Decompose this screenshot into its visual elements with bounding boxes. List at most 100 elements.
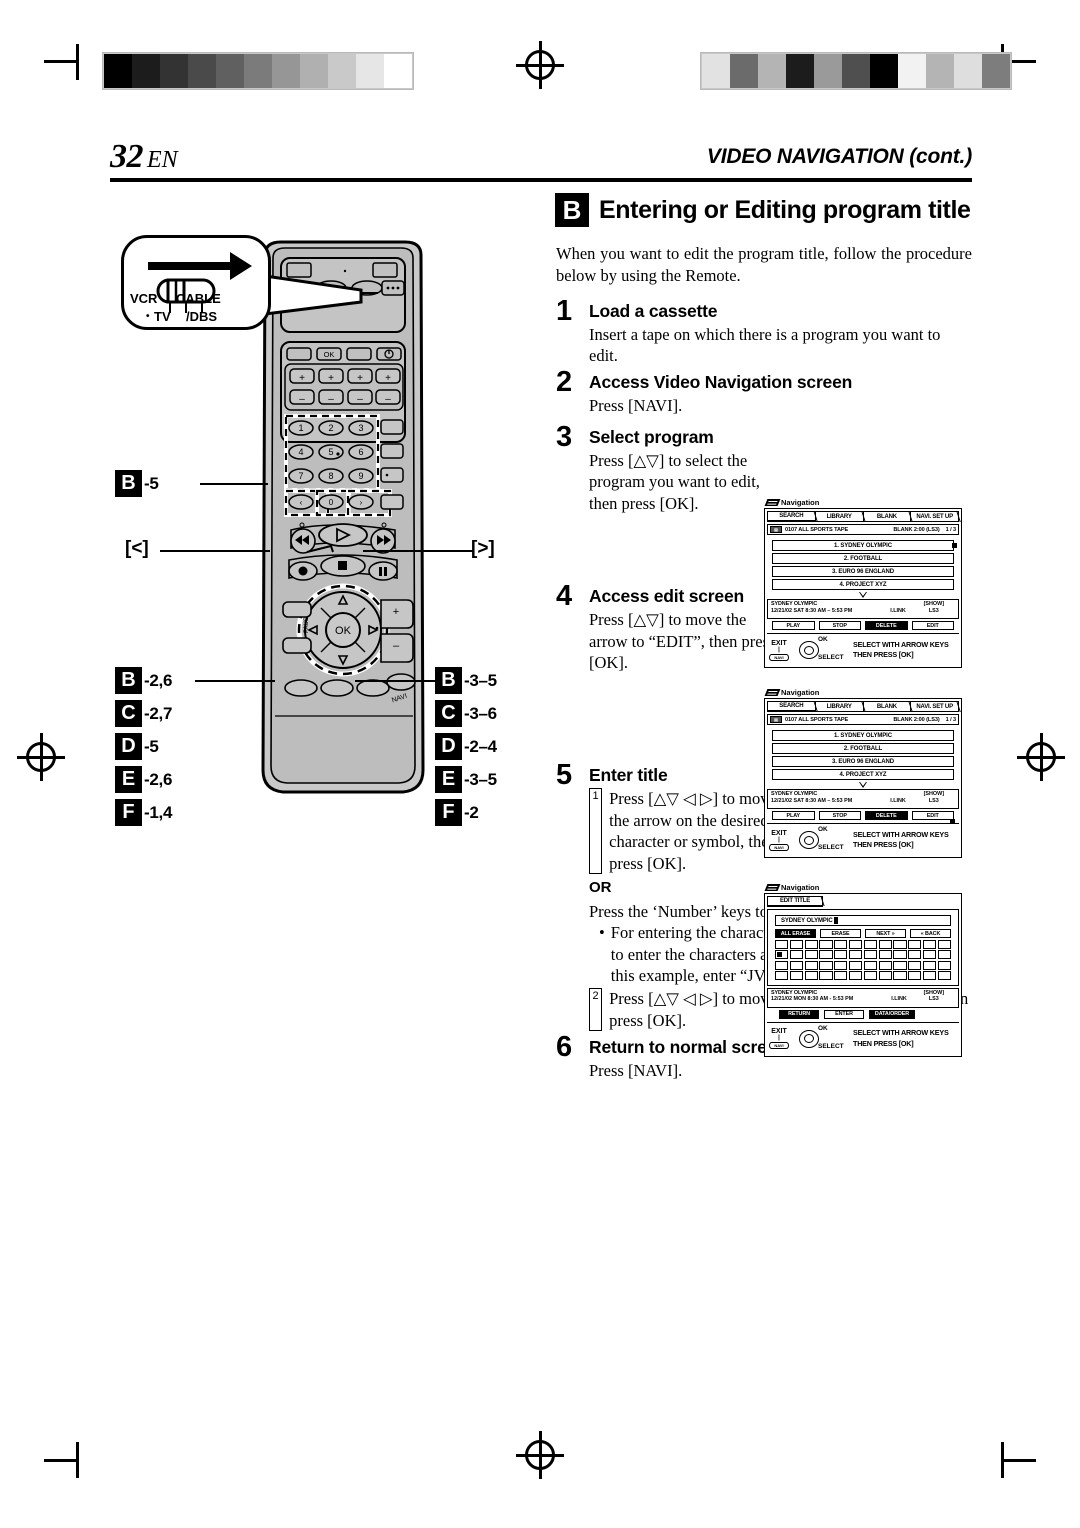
osd-navi-button-1[interactable]: NAVI bbox=[769, 653, 789, 661]
osd-delete-button[interactable]: DELETE bbox=[865, 621, 908, 630]
char-cell[interactable] bbox=[908, 960, 922, 970]
osd-erase-button[interactable]: ERASE bbox=[820, 929, 861, 938]
svg-text:OK: OK bbox=[335, 625, 352, 637]
osd-select-label-2: SELECT bbox=[818, 844, 844, 851]
osd-enter-button[interactable]: ENTER bbox=[824, 1009, 864, 1019]
char-cell[interactable] bbox=[804, 971, 818, 980]
char-cell[interactable] bbox=[819, 971, 833, 980]
osd-program-row[interactable]: 1. SYDNEY OLYMPIC bbox=[772, 730, 954, 741]
osd-navi-button-3[interactable]: NAVI bbox=[769, 1042, 789, 1049]
char-cell[interactable] bbox=[937, 950, 952, 959]
osd-program-row[interactable]: 4. PROJECT XYZ bbox=[772, 769, 954, 780]
char-cell[interactable] bbox=[863, 960, 878, 970]
osd-next-button[interactable]: NEXT » bbox=[865, 929, 906, 938]
label-left-b-text: -2,6 bbox=[144, 670, 173, 690]
char-cell[interactable] bbox=[893, 950, 907, 959]
osd-program-row[interactable]: 1. SYDNEY OLYMPIC bbox=[772, 540, 954, 551]
osd-edit-button[interactable]: EDIT bbox=[911, 621, 954, 630]
osd-tab-blank[interactable]: BLANK bbox=[862, 701, 914, 712]
char-cell[interactable] bbox=[878, 950, 892, 959]
osd-program-row[interactable]: 2. FOOTBALL bbox=[772, 553, 954, 564]
osd-data-order-button[interactable]: DATA/ORDER bbox=[869, 1009, 915, 1019]
osd-program-row[interactable]: 2. FOOTBALL bbox=[772, 743, 954, 754]
osd-tab-library[interactable]: LIBRARY bbox=[814, 701, 866, 712]
osd-all-erase-button[interactable]: ALL ERASE bbox=[775, 929, 816, 938]
calibration-swatch bbox=[272, 54, 300, 88]
osd-tab-navi-setup[interactable]: NAVI. SET UP bbox=[910, 511, 961, 522]
char-cell[interactable] bbox=[848, 939, 863, 949]
char-cell[interactable] bbox=[789, 950, 804, 959]
osd-delete-button[interactable]: DELETE bbox=[865, 811, 908, 820]
char-cell[interactable] bbox=[834, 971, 848, 980]
osd-blank-info-2: BLANK 2:00 (LS3) bbox=[893, 716, 940, 723]
section-breadcrumb: VIDEO NAVIGATION (cont.) bbox=[706, 145, 972, 168]
char-cell[interactable] bbox=[908, 971, 922, 980]
osd-program-row[interactable]: 3. EURO 96 ENGLAND bbox=[772, 566, 954, 577]
char-cell[interactable] bbox=[922, 939, 937, 949]
char-cell[interactable] bbox=[863, 939, 878, 949]
calibration-swatch bbox=[216, 54, 244, 88]
char-cell[interactable] bbox=[819, 939, 833, 949]
osd-stop-button[interactable]: STOP bbox=[818, 621, 861, 630]
char-cell[interactable] bbox=[937, 960, 952, 970]
osd-tab-navi-setup[interactable]: NAVI. SET UP bbox=[910, 701, 961, 712]
osd-button-row-3: RETURN ENTER DATA/ORDER bbox=[767, 1008, 959, 1021]
osd-edit-button[interactable]: EDIT bbox=[911, 811, 954, 820]
char-cell[interactable] bbox=[775, 960, 789, 970]
char-cell[interactable] bbox=[804, 950, 818, 959]
char-cell[interactable] bbox=[922, 971, 937, 980]
char-cell[interactable] bbox=[789, 960, 804, 970]
scroll-down-caret-icon bbox=[858, 592, 868, 598]
char-cell[interactable] bbox=[893, 971, 907, 980]
osd-return-button[interactable]: RETURN bbox=[779, 1009, 819, 1019]
page-number: 32 bbox=[110, 138, 144, 175]
osd-tab-blank[interactable]: BLANK bbox=[862, 511, 914, 522]
char-cell[interactable] bbox=[908, 950, 922, 959]
osd-play-button[interactable]: PLAY bbox=[772, 621, 815, 630]
osd-tab-search[interactable]: SEARCH bbox=[767, 701, 818, 712]
char-cell[interactable] bbox=[848, 960, 863, 970]
char-cell[interactable] bbox=[922, 960, 937, 970]
char-cell[interactable] bbox=[819, 960, 833, 970]
char-cell[interactable] bbox=[878, 971, 892, 980]
char-cell[interactable] bbox=[834, 939, 848, 949]
char-cell[interactable] bbox=[848, 971, 863, 980]
char-cell-selected[interactable] bbox=[775, 950, 789, 959]
char-cell[interactable] bbox=[819, 950, 833, 959]
char-cell[interactable] bbox=[804, 939, 818, 949]
char-cell[interactable] bbox=[863, 971, 878, 980]
osd-program-row[interactable]: 3. EURO 96 ENGLAND bbox=[772, 756, 954, 767]
char-cell[interactable] bbox=[937, 939, 952, 949]
char-cell[interactable] bbox=[804, 960, 818, 970]
char-cell[interactable] bbox=[893, 960, 907, 970]
badge-f-left: F bbox=[115, 799, 142, 826]
char-cell[interactable] bbox=[789, 971, 804, 980]
osd-tab-search[interactable]: SEARCH bbox=[767, 511, 818, 522]
osd-detail-date-1: 12/21/02 SAT 8:30 AM – 5:53 PM bbox=[771, 607, 853, 614]
crop-mark-br-h bbox=[1002, 1459, 1036, 1462]
char-cell[interactable] bbox=[863, 950, 878, 959]
char-cell[interactable] bbox=[775, 939, 789, 949]
char-cell[interactable] bbox=[878, 960, 892, 970]
char-cell[interactable] bbox=[893, 939, 907, 949]
char-cell[interactable] bbox=[789, 939, 804, 949]
osd-title-input[interactable]: SYDNEY OLYMPIC bbox=[775, 915, 951, 926]
char-cell[interactable] bbox=[908, 939, 922, 949]
char-cell[interactable] bbox=[848, 950, 863, 959]
char-cell[interactable] bbox=[834, 950, 848, 959]
osd-program-row[interactable]: 4. PROJECT XYZ bbox=[772, 579, 954, 590]
calibration-swatch bbox=[702, 54, 730, 88]
osd-tab-edit-title[interactable]: EDIT TITLE bbox=[767, 896, 825, 907]
char-cell[interactable] bbox=[937, 971, 952, 980]
osd-back-button[interactable]: « BACK bbox=[910, 929, 951, 938]
char-cell[interactable] bbox=[922, 950, 937, 959]
osd-stop-button[interactable]: STOP bbox=[818, 811, 861, 820]
osd-navi-button-2[interactable]: NAVI bbox=[769, 843, 789, 851]
label-right-arrow-key: [>] bbox=[471, 538, 495, 559]
osd-tab-library[interactable]: LIBRARY bbox=[814, 511, 866, 522]
char-cell[interactable] bbox=[775, 971, 789, 980]
label-right-d: D -2–4 bbox=[435, 733, 497, 760]
osd-play-button[interactable]: PLAY bbox=[772, 811, 815, 820]
char-cell[interactable] bbox=[834, 960, 848, 970]
char-cell[interactable] bbox=[878, 939, 892, 949]
